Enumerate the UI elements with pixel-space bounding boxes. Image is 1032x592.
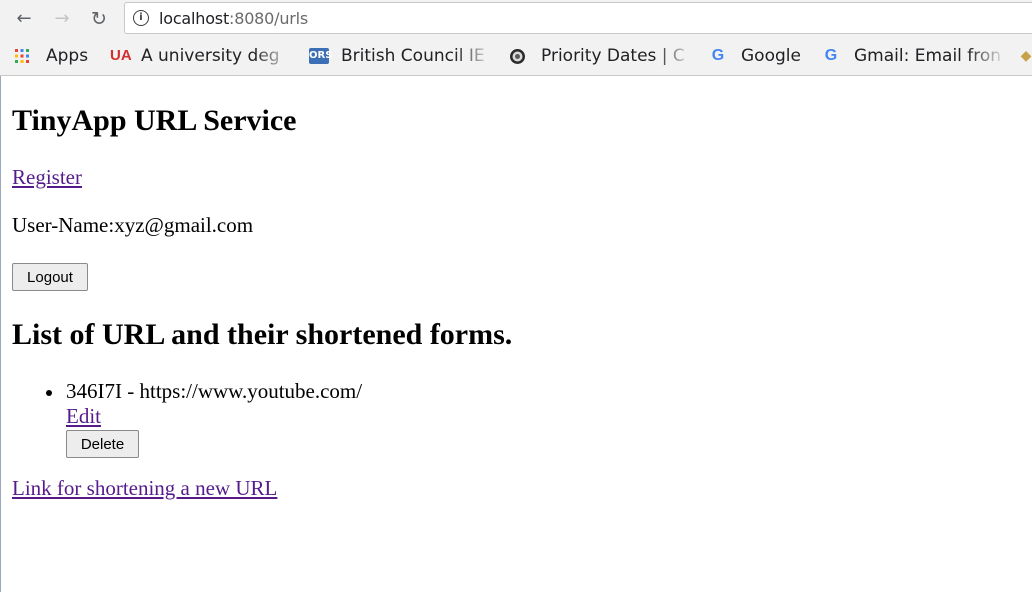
- bookmark-gmail[interactable]: Gmail: Email fron: [854, 44, 1006, 68]
- url-text[interactable]: localhost:8080/urls: [159, 9, 308, 28]
- bookmark-apps[interactable]: Apps: [46, 44, 88, 68]
- bullet-icon: [46, 390, 52, 396]
- logout-button[interactable]: Logout: [12, 263, 88, 291]
- reload-icon[interactable]: ↻: [86, 6, 112, 32]
- new-url-link[interactable]: Link for shortening a new URL: [12, 476, 277, 501]
- url-list: 346I7I - https://www.youtube.com/ Edit D…: [1, 378, 362, 458]
- bookmarks-bar: Apps UA A university deg ORS British Cou…: [0, 38, 1032, 76]
- google-icon: G: [824, 47, 838, 64]
- register-link[interactable]: Register: [12, 165, 82, 190]
- page-title: TinyApp URL Service: [12, 104, 297, 137]
- url-host: localhost: [159, 9, 230, 28]
- google-icon: G: [711, 47, 725, 64]
- url-path: :8080/urls: [229, 9, 309, 28]
- url-entry-text: 346I7I - https://www.youtube.com/: [66, 379, 363, 403]
- apps-grid-icon: [14, 48, 30, 64]
- seal-icon: [509, 48, 525, 64]
- bookmark-google[interactable]: Google: [741, 44, 801, 68]
- user-name-text: User-Name:xyz@gmail.com: [12, 213, 254, 237]
- address-bar[interactable]: i localhost:8080/urls: [124, 2, 1032, 34]
- bookmark-university[interactable]: A university deg: [141, 44, 292, 68]
- list-item: 346I7I - https://www.youtube.com/ Edit D…: [1, 378, 362, 458]
- delete-button[interactable]: Delete: [66, 430, 139, 458]
- url-list-heading: List of URL and their shortened forms.: [12, 318, 513, 351]
- browser-toolbar: ← → ↻ i localhost:8080/urls: [0, 0, 1032, 38]
- edit-link[interactable]: Edit: [66, 404, 362, 428]
- shield-icon: ◆: [1020, 48, 1032, 64]
- info-icon[interactable]: i: [133, 10, 149, 26]
- ors-icon: ORS: [309, 48, 332, 64]
- bookmark-priority-dates[interactable]: Priority Dates | C: [541, 44, 693, 68]
- page-content: TinyApp URL Service Register User-Name:x…: [0, 76, 1032, 592]
- bookmark-british-council[interactable]: British Council IE: [341, 44, 493, 68]
- ua-icon: UA: [110, 47, 132, 64]
- back-arrow-icon[interactable]: ←: [11, 6, 37, 32]
- forward-arrow-icon[interactable]: →: [49, 6, 75, 32]
